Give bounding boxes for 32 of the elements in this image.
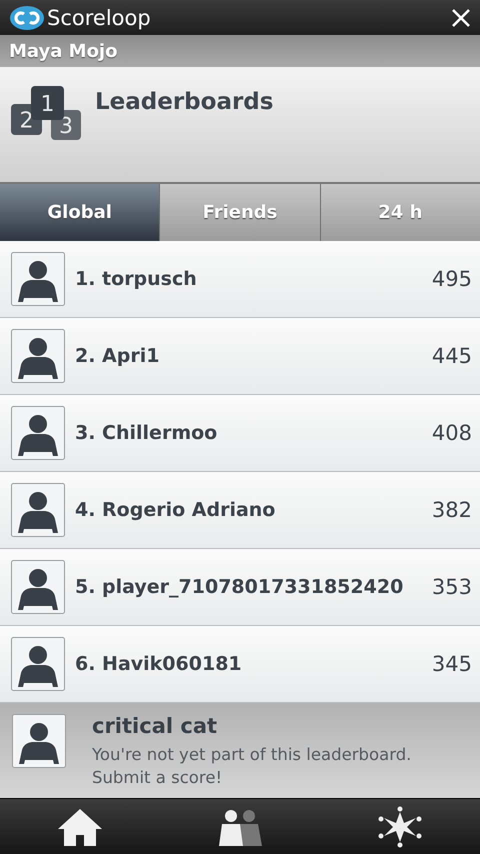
rank-tile: 1 bbox=[31, 86, 64, 120]
player-name: 5. player_71078017331852420 bbox=[75, 576, 404, 598]
home-icon[interactable] bbox=[56, 806, 103, 847]
tab[interactable]: Global bbox=[0, 184, 160, 242]
logo-icon bbox=[10, 6, 44, 30]
score: 445 bbox=[432, 344, 472, 368]
avatar-icon bbox=[12, 714, 66, 768]
tab[interactable]: 24 h bbox=[320, 184, 480, 242]
avatar-icon bbox=[11, 560, 65, 614]
score: 495 bbox=[432, 267, 472, 292]
score: 408 bbox=[432, 421, 472, 446]
score: 382 bbox=[432, 498, 472, 522]
star-burst-icon[interactable] bbox=[377, 806, 424, 848]
avatar-icon bbox=[11, 406, 65, 460]
score: 353 bbox=[432, 575, 472, 600]
player-name: critical cat bbox=[92, 714, 218, 738]
score: 345 bbox=[432, 652, 472, 676]
avatar-icon bbox=[11, 252, 65, 306]
player-name: 2. Apri1 bbox=[75, 345, 160, 368]
player-name: 1. torpusch bbox=[75, 268, 198, 290]
player-name: 6. Havik060181 bbox=[75, 653, 243, 676]
app-title: Scoreloop bbox=[47, 6, 151, 30]
user-name: Maya Mojo bbox=[9, 40, 118, 62]
avatar-icon bbox=[11, 329, 65, 384]
avatar-icon bbox=[11, 637, 65, 692]
tab[interactable]: Friends bbox=[160, 184, 321, 242]
player-name: 3. Chillermoo bbox=[75, 422, 218, 444]
avatar-icon bbox=[11, 483, 65, 538]
close-icon[interactable] bbox=[452, 8, 470, 27]
hint-message: You're not yet part of this leaderboard. Submit a score! bbox=[92, 744, 412, 790]
player-name: 4. Rogerio Adriano bbox=[75, 499, 276, 522]
page-title: Leaderboards bbox=[95, 88, 274, 115]
